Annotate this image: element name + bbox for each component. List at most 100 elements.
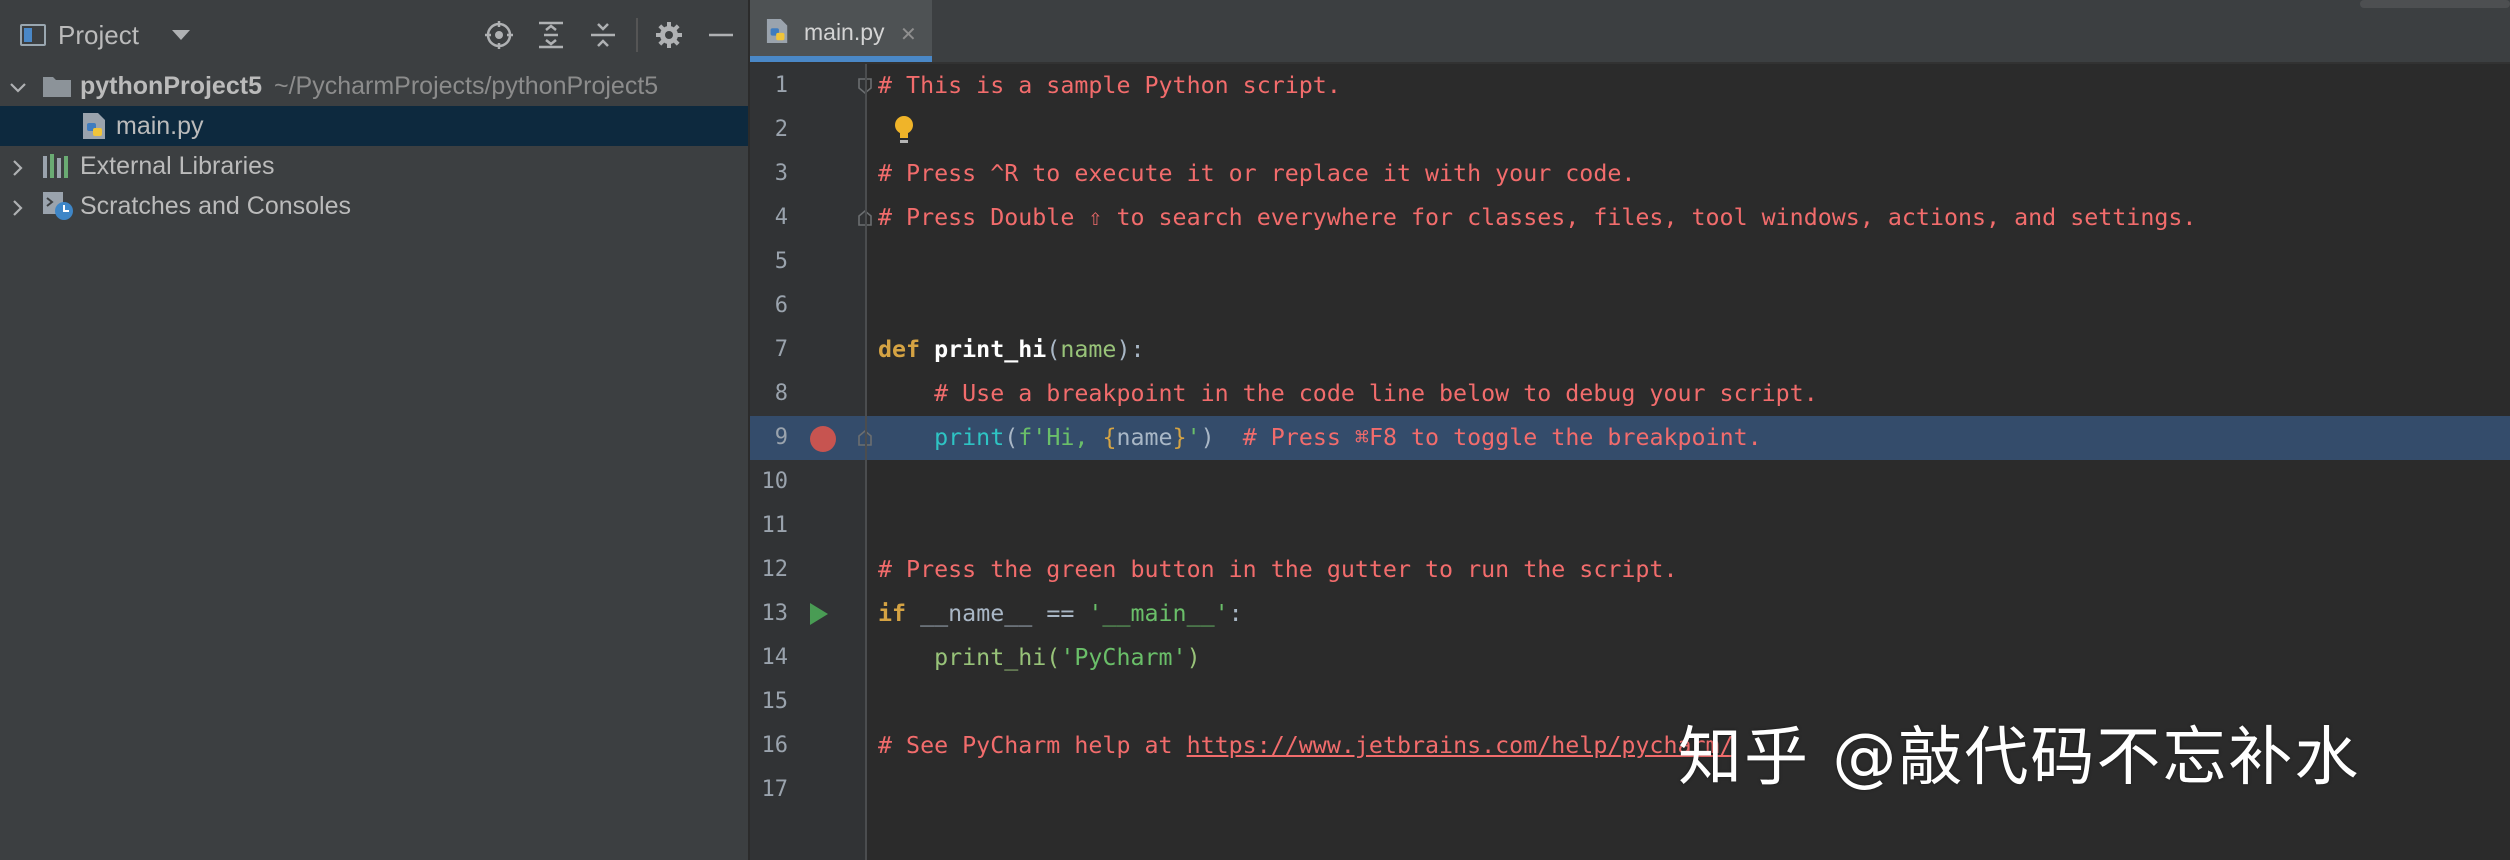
code-line[interactable]: 8 # Use a breakpoint in the code line be…: [750, 372, 2510, 416]
code-text: if __name__ == '__main__':: [878, 592, 1243, 636]
brace: }: [1172, 424, 1187, 451]
code-line-highlighted[interactable]: 9 print(f'Hi, {name}') # Press ⌘F8 to to…: [750, 416, 2510, 460]
code-text: # Press Double ⇧ to search everywhere fo…: [878, 196, 2196, 240]
help-link[interactable]: https://www.jetbrains.com/help/pycharm/: [1187, 732, 1734, 759]
line-number: 12: [761, 557, 789, 582]
code-line[interactable]: 6: [750, 284, 2510, 328]
code-text: # This is a sample Python script.: [878, 64, 1341, 108]
code-text: print(f'Hi, {name}') # Press ⌘F8 to togg…: [878, 416, 1762, 460]
code-line[interactable]: 10: [750, 460, 2510, 504]
string: ': [1186, 424, 1201, 451]
comment: # Press Double ⇧ to search everywhere fo…: [878, 204, 2197, 231]
code-line[interactable]: 3 # Press ^R to execute it or replace it…: [750, 152, 2510, 196]
code-text: def print_hi(name):: [878, 328, 1145, 372]
line-number: 17: [761, 777, 789, 802]
line-number: 16: [761, 733, 789, 758]
code-line[interactable]: 2: [750, 108, 2510, 152]
tab-label: main.py: [804, 19, 885, 45]
code-text: print_hi('PyCharm'): [878, 636, 1201, 680]
code-line[interactable]: 13 if __name__ == '__main__':: [750, 592, 2510, 636]
project-panel-header: Project: [0, 0, 748, 70]
minimize-icon[interactable]: [706, 20, 736, 50]
function-call: print_hi(: [878, 644, 1061, 671]
paren: (: [1046, 336, 1061, 363]
comment: # Use a breakpoint in the code line belo…: [878, 380, 1818, 407]
line-number: 2: [774, 117, 788, 142]
project-panel-title[interactable]: Project: [58, 20, 139, 51]
code-text: # See PyCharm help at https://www.jetbra…: [878, 724, 1734, 768]
gutter-divider: [865, 64, 867, 860]
keyword: def: [878, 336, 921, 363]
code-line[interactable]: 14 print_hi('PyCharm'): [750, 636, 2510, 680]
expand-all-icon[interactable]: [536, 20, 566, 50]
code-line[interactable]: 5: [750, 240, 2510, 284]
scratches-label: Scratches and Consoles: [80, 192, 351, 220]
code-line[interactable]: 11: [750, 504, 2510, 548]
code-text: # Press the green button in the gutter t…: [878, 548, 1677, 592]
function-name: print_hi: [934, 336, 1047, 363]
line-number: 7: [774, 337, 788, 362]
chevron-right-icon[interactable]: [8, 156, 28, 176]
folder-icon: [42, 74, 72, 98]
line-number: 5: [774, 249, 788, 274]
project-tool-window: Project pythonProject5 ~/PycharmProjects…: [0, 0, 750, 860]
string: '__main__': [1088, 600, 1229, 627]
brace: {: [1102, 424, 1117, 451]
variable: name: [1116, 424, 1173, 451]
run-icon[interactable]: [810, 603, 828, 625]
external-libraries-label: External Libraries: [80, 152, 275, 180]
comment: # This is a sample Python script.: [878, 72, 1341, 99]
paren: (: [1004, 424, 1019, 451]
collapse-all-icon[interactable]: [588, 20, 618, 50]
code-line[interactable]: 7 def print_hi(name):: [750, 328, 2510, 372]
tab-main-py[interactable]: main.py ✕: [750, 0, 932, 62]
paren: ):: [1116, 336, 1145, 363]
line-number: 15: [761, 689, 789, 714]
libraries-icon: [42, 153, 72, 179]
lightbulb-icon[interactable]: [892, 114, 916, 146]
line-number: 4: [774, 205, 788, 230]
tree-item-project-root[interactable]: pythonProject5 ~/PycharmProjects/pythonPr…: [0, 66, 748, 106]
project-root-label: pythonProject5: [80, 72, 262, 100]
project-view-icon: [20, 24, 46, 46]
code-text: # Press ^R to execute it or replace it w…: [878, 152, 1635, 196]
line-number: 3: [774, 161, 788, 186]
code-line[interactable]: 1 # This is a sample Python script.: [750, 64, 2510, 108]
close-icon[interactable]: ✕: [900, 22, 917, 47]
line-number: 8: [774, 381, 788, 406]
code-text: # Use a breakpoint in the code line belo…: [878, 372, 1818, 416]
colon: :: [1228, 600, 1243, 627]
tab-scrollbar[interactable]: [2360, 0, 2510, 8]
chevron-down-icon[interactable]: [172, 30, 190, 40]
code-line[interactable]: 12 # Press the green button in the gutte…: [750, 548, 2510, 592]
keyword: if: [878, 600, 907, 627]
line-number: 9: [774, 425, 788, 450]
code-line[interactable]: 4 # Press Double ⇧ to search everywhere …: [750, 196, 2510, 240]
project-root-path: ~/PycharmProjects/pythonProject5: [273, 72, 659, 100]
tree-item-external-libraries[interactable]: External Libraries: [0, 146, 748, 186]
line-number: 13: [761, 601, 789, 626]
line-number: 1: [774, 73, 788, 98]
string: f'Hi,: [1018, 424, 1103, 451]
tree-item-main-py[interactable]: main.py: [0, 106, 748, 146]
breakpoint-icon[interactable]: [810, 426, 836, 452]
expression: __name__ ==: [906, 600, 1089, 627]
chevron-down-icon[interactable]: [8, 76, 28, 96]
project-tree: pythonProject5 ~/PycharmProjects/pythonPr…: [0, 66, 748, 226]
builtin: print: [934, 424, 1005, 451]
locate-icon[interactable]: [484, 20, 514, 50]
tree-item-scratches[interactable]: Scratches and Consoles: [0, 186, 748, 226]
main-py-label: main.py: [116, 112, 204, 140]
comment: # Press the green button in the gutter t…: [878, 556, 1678, 583]
line-number: 10: [761, 469, 789, 494]
toolbar-separator: [636, 18, 638, 52]
chevron-right-icon[interactable]: [8, 196, 28, 216]
scratches-icon: [42, 191, 74, 221]
line-number: 11: [761, 513, 789, 538]
project-root-text: pythonProject5 ~/PycharmProjects/pythonPr…: [80, 72, 658, 101]
line-number: 14: [761, 645, 789, 670]
gear-icon[interactable]: [654, 20, 684, 50]
comment: # Press ^R to execute it or replace it w…: [878, 160, 1636, 187]
line-number: 6: [774, 293, 788, 318]
